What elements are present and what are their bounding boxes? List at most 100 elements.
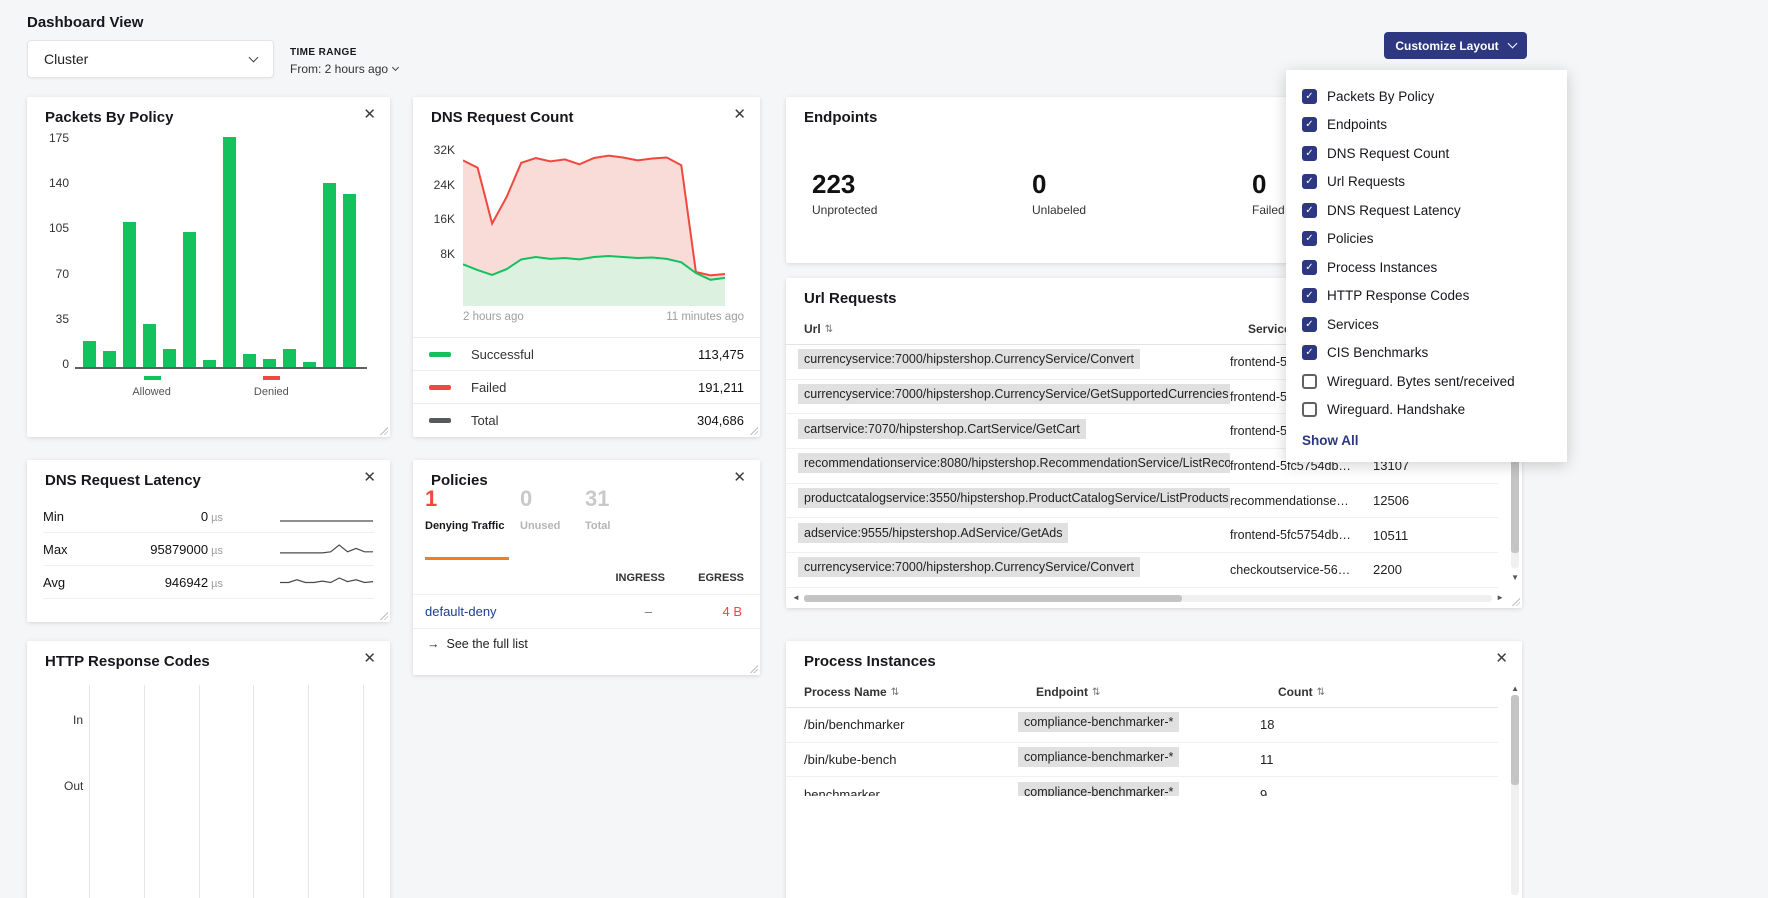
- legend-row: Failed191,211: [413, 370, 760, 403]
- vertical-scrollbar[interactable]: [1511, 695, 1519, 895]
- stat-label: Unprotected: [812, 203, 1032, 217]
- table-row[interactable]: adservice:9555/hipstershop.AdService/Get…: [786, 518, 1498, 553]
- category-marker: [263, 376, 280, 380]
- policies-table-header: INGRESS EGRESS: [425, 572, 744, 592]
- legend-value: 304,686: [697, 413, 744, 428]
- endpoint-chip: compliance-benchmarker-*: [1018, 782, 1179, 796]
- url-chip: cartservice:7070/hipstershop.CartService…: [798, 419, 1086, 439]
- checkbox-icon[interactable]: ✓: [1302, 203, 1317, 218]
- customize-menu-item[interactable]: ✓Services: [1286, 310, 1567, 339]
- close-icon[interactable]: ✕: [363, 107, 376, 122]
- stat-label: Total: [585, 520, 645, 532]
- category-marker: [144, 376, 161, 380]
- see-full-list-link[interactable]: → See the full list: [427, 637, 528, 651]
- checkbox-icon[interactable]: ✓: [1302, 317, 1317, 332]
- table-row[interactable]: /bin/benchmarkercompliance-benchmarker-*…: [786, 708, 1498, 743]
- scrollbar-track[interactable]: [804, 595, 1492, 602]
- policy-ingress-value: –: [645, 604, 652, 619]
- column-header-endpoint[interactable]: Endpoint⇅: [1036, 685, 1100, 699]
- close-icon[interactable]: ✕: [363, 470, 376, 485]
- table-row[interactable]: productcatalogservice:3550/hipstershop.P…: [786, 484, 1498, 519]
- policy-name-link[interactable]: default-deny: [425, 604, 497, 619]
- bar: [283, 349, 296, 367]
- stat-value: 0: [1032, 169, 1252, 200]
- customize-menu-item[interactable]: ✓Packets By Policy: [1286, 82, 1567, 111]
- table-row[interactable]: benchmarkercompliance-benchmarker-*9: [786, 777, 1498, 796]
- customize-menu-item[interactable]: ✓ Url Requests: [1286, 168, 1567, 197]
- view-select[interactable]: Cluster: [27, 40, 274, 78]
- legend-swatch: [429, 385, 451, 390]
- dns-count-legend: Successful113,475Failed191,211Total304,6…: [413, 337, 760, 436]
- close-icon[interactable]: ✕: [1495, 651, 1508, 666]
- url-chip: currencyservice:7000/hipstershop.Currenc…: [798, 384, 1230, 404]
- area-chart-svg: [463, 141, 725, 306]
- customize-menu-item[interactable]: ✓DNS Request Count: [1286, 139, 1567, 168]
- customize-layout-button[interactable]: Customize Layout: [1384, 32, 1527, 59]
- x-label-end: 11 minutes ago: [666, 311, 744, 323]
- scrollbar-thumb[interactable]: [1511, 695, 1519, 785]
- customize-menu-item[interactable]: ✓DNS Request Latency: [1286, 196, 1567, 225]
- legend-value: 113,475: [698, 347, 744, 362]
- checkbox-icon[interactable]: ✓: [1302, 231, 1317, 246]
- scroll-left-icon[interactable]: ◄: [792, 594, 800, 602]
- url-cell: productcatalogservice:3550/hipstershop.P…: [786, 488, 1230, 513]
- checkbox-icon[interactable]: ✓: [1302, 288, 1317, 303]
- horizontal-scrollbar[interactable]: ◄ ►: [792, 593, 1504, 603]
- scroll-right-icon[interactable]: ►: [1496, 594, 1504, 602]
- checkbox-icon[interactable]: ✓: [1302, 89, 1317, 104]
- sort-icon: ⇅: [825, 324, 833, 335]
- table-row[interactable]: /bin/kube-benchcompliance-benchmarker-*1…: [786, 743, 1498, 778]
- checkbox-icon[interactable]: ✓: [1302, 345, 1317, 360]
- checkbox-icon[interactable]: [1302, 402, 1317, 417]
- checkbox-icon[interactable]: ✓: [1302, 174, 1317, 189]
- endpoint-chip: compliance-benchmarker-*: [1018, 712, 1179, 732]
- scroll-up-icon[interactable]: ▲: [1511, 685, 1519, 693]
- column-header-url[interactable]: Url⇅: [804, 322, 833, 336]
- url-chip: adservice:9555/hipstershop.AdService/Get…: [798, 523, 1068, 543]
- checkbox-icon[interactable]: ✓: [1302, 146, 1317, 161]
- process-name-cell: /bin/benchmarker: [786, 717, 1018, 732]
- scrollbar-thumb[interactable]: [804, 595, 1182, 602]
- bar: [83, 341, 96, 367]
- legend-value: 191,211: [698, 380, 744, 395]
- sort-icon: ⇅: [1092, 687, 1100, 698]
- legend-row: Total304,686: [413, 403, 760, 436]
- url-cell: currencyservice:7000/hipstershop.Currenc…: [786, 349, 1230, 374]
- customize-menu-item[interactable]: ✓HTTP Response Codes: [1286, 282, 1567, 311]
- customize-menu-item[interactable]: Wireguard. Bytes sent/received: [1286, 367, 1567, 396]
- latency-sparkline: [279, 508, 374, 524]
- stat-label: Unused: [520, 520, 585, 532]
- checkbox-icon[interactable]: ✓: [1302, 117, 1317, 132]
- scroll-down-icon[interactable]: ▼: [1511, 574, 1519, 582]
- endpoint-stat: 0Unlabeled: [1032, 169, 1252, 217]
- close-icon[interactable]: ✕: [733, 107, 746, 122]
- bar: [203, 360, 216, 367]
- table-row[interactable]: currencyservice:7000/hipstershop.Currenc…: [786, 553, 1498, 588]
- legend-swatch: [429, 352, 451, 357]
- column-header-process-name[interactable]: Process Name⇅: [804, 685, 899, 699]
- customize-menu-item[interactable]: ✓Policies: [1286, 225, 1567, 254]
- checkbox-icon[interactable]: [1302, 374, 1317, 389]
- packets-bar-chart: [75, 137, 367, 369]
- customize-menu-item[interactable]: ✓ Endpoints: [1286, 111, 1567, 140]
- customize-menu-item[interactable]: ✓CIS Benchmarks: [1286, 339, 1567, 368]
- time-range-value[interactable]: From: 2 hours ago: [290, 62, 398, 76]
- column-header-count[interactable]: Count⇅: [1278, 685, 1325, 699]
- category-label: Denied: [254, 386, 289, 398]
- sort-icon: ⇅: [891, 687, 899, 698]
- policy-stat: 1Denying Traffic: [425, 486, 520, 532]
- chevron-down-icon: [392, 63, 399, 70]
- show-all-link[interactable]: Show All: [1286, 424, 1567, 457]
- customize-menu-item[interactable]: Wireguard. Handshake: [1286, 396, 1567, 425]
- close-icon[interactable]: ✕: [733, 470, 746, 485]
- checkbox-icon[interactable]: ✓: [1302, 260, 1317, 275]
- card-title: Endpoints: [804, 109, 877, 126]
- stat-label: Denying Traffic: [425, 520, 520, 532]
- url-chip: productcatalogservice:3550/hipstershop.P…: [798, 488, 1230, 508]
- url-chip: currencyservice:7000/hipstershop.Currenc…: [798, 557, 1140, 577]
- menu-item-label: Url Requests: [1327, 174, 1405, 189]
- close-icon[interactable]: ✕: [363, 651, 376, 666]
- menu-item-label: Endpoints: [1327, 117, 1387, 132]
- latency-metric-label: Min: [43, 509, 105, 524]
- customize-menu-item[interactable]: ✓Process Instances: [1286, 253, 1567, 282]
